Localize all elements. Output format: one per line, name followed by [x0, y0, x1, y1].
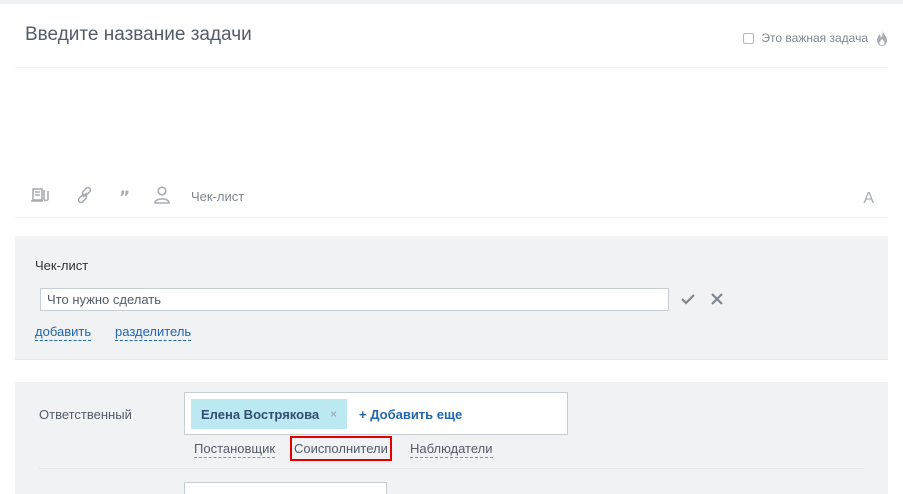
editor-toolbar: ” Чек-лист A: [15, 176, 888, 218]
responsible-label: Ответственный: [39, 407, 132, 422]
role-coexecutors-link[interactable]: Соисполнители: [290, 436, 392, 461]
close-icon[interactable]: [710, 292, 724, 306]
checklist-title: Чек-лист: [35, 258, 89, 273]
role-creator-link[interactable]: Постановщик: [194, 440, 276, 458]
important-label: Это важная задача: [761, 31, 868, 45]
add-more-button[interactable]: + Добавить еще: [359, 407, 462, 422]
assignee-name: Елена Вострякова: [201, 406, 320, 422]
responsible-field[interactable]: Елена Вострякова × + Добавить еще: [184, 392, 568, 435]
checklist-toolbar-button[interactable]: Чек-лист: [191, 189, 244, 204]
user-mention-icon[interactable]: [152, 186, 172, 204]
checklist-add-link[interactable]: добавить: [35, 324, 92, 341]
remove-assignee-icon[interactable]: ×: [330, 407, 337, 421]
checkmark-icon[interactable]: [680, 291, 696, 307]
important-toggle[interactable]: Это важная задача: [743, 30, 888, 46]
font-format-icon[interactable]: A: [863, 190, 874, 208]
quote-icon[interactable]: ”: [117, 186, 137, 204]
important-checkbox[interactable]: [743, 32, 755, 44]
secondary-field[interactable]: [184, 482, 387, 494]
checklist-item-input[interactable]: Что нужно сделать: [40, 288, 669, 311]
checklist-panel: Чек-лист Что нужно сделать добавить разд…: [15, 236, 888, 360]
task-form: Введите название задачи Это важная задач…: [0, 4, 903, 494]
svg-text:”: ”: [119, 188, 130, 204]
assignee-chip[interactable]: Елена Вострякова ×: [191, 399, 347, 429]
title-row: Введите название задачи Это важная задач…: [15, 4, 888, 68]
flame-icon: [877, 30, 887, 46]
task-title-input[interactable]: Введите название задачи: [25, 24, 252, 46]
people-panel: Ответственный Елена Вострякова × + Добав…: [15, 382, 888, 494]
role-observers-link[interactable]: Наблюдатели: [410, 440, 493, 458]
attach-file-icon[interactable]: [31, 186, 51, 204]
checklist-separator-link[interactable]: разделитель: [115, 324, 192, 341]
link-icon[interactable]: [75, 186, 95, 204]
divider: [39, 468, 864, 469]
